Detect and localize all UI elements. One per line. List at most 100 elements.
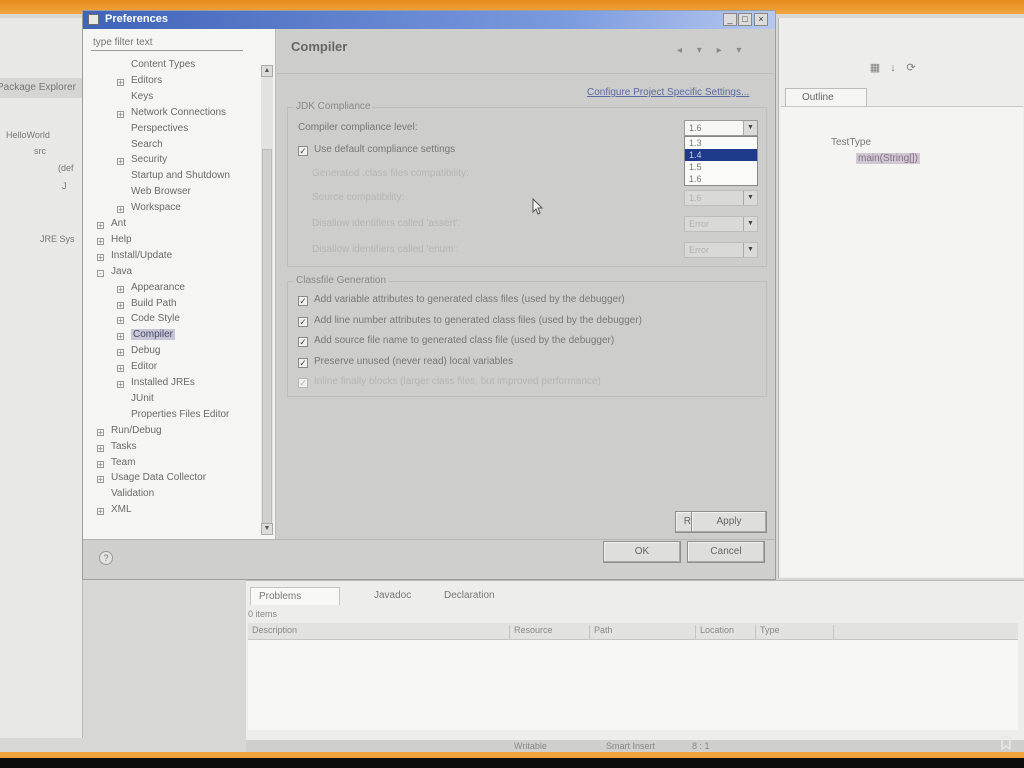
- tab-problems[interactable]: Problems: [250, 587, 340, 605]
- cancel-button[interactable]: Cancel: [687, 541, 765, 563]
- source-compat-select[interactable]: 1.6 ▼: [684, 190, 758, 206]
- scroll-up-icon[interactable]: ▲: [261, 65, 273, 77]
- tree-item[interactable]: Workspace: [131, 202, 181, 213]
- tree-item[interactable]: Build Path: [131, 298, 177, 309]
- tree-item-selected[interactable]: Compiler: [131, 329, 176, 340]
- compliance-option[interactable]: 1.3: [685, 137, 757, 149]
- classfile-option-checkbox[interactable]: ✓: [298, 296, 308, 306]
- expand-icon[interactable]: +: [117, 302, 124, 310]
- classfile-option-checkbox[interactable]: ✓: [298, 337, 308, 347]
- scroll-down-icon[interactable]: ▼: [261, 523, 273, 535]
- src-node[interactable]: src: [34, 146, 46, 156]
- classfile-option-checkbox[interactable]: ✓: [298, 357, 308, 368]
- expand-icon[interactable]: +: [117, 111, 124, 119]
- package-explorer-header[interactable]: Package Explorer: [0, 78, 82, 98]
- tree-item[interactable]: Team: [111, 457, 135, 468]
- assert-identifier-select[interactable]: Error ▼: [684, 216, 758, 232]
- expand-icon[interactable]: +: [97, 461, 104, 469]
- column-path[interactable]: Path: [590, 625, 696, 639]
- tree-item[interactable]: Installed JREs: [131, 377, 195, 388]
- column-resource[interactable]: Resource: [510, 625, 590, 639]
- outline-method-node[interactable]: main(String[]): [856, 153, 921, 164]
- tree-item[interactable]: Startup and Shutdown: [131, 170, 230, 181]
- tree-item[interactable]: Code Style: [131, 313, 180, 324]
- tree-item[interactable]: Appearance: [131, 282, 185, 293]
- tree-item[interactable]: Ant: [111, 218, 126, 229]
- tree-item[interactable]: Properties Files Editor: [131, 409, 229, 420]
- tree-item[interactable]: Editors: [131, 75, 162, 86]
- expand-icon[interactable]: +: [97, 254, 104, 262]
- jre-system-library-node[interactable]: JRE Sys: [40, 234, 75, 244]
- apply-button[interactable]: Apply: [691, 511, 767, 533]
- scrollbar-thumb[interactable]: [262, 149, 272, 529]
- close-icon[interactable]: ×: [754, 13, 768, 26]
- configure-project-settings-link[interactable]: Configure Project Specific Settings...: [587, 87, 749, 98]
- tree-item[interactable]: XML: [111, 504, 132, 515]
- outline-class-node[interactable]: TestType: [831, 137, 871, 148]
- tree-item[interactable]: Tasks: [111, 441, 137, 452]
- compliance-option[interactable]: 1.5: [685, 161, 757, 173]
- expand-icon[interactable]: +: [117, 381, 124, 389]
- expand-icon[interactable]: +: [97, 222, 104, 230]
- tree-item[interactable]: Content Types: [131, 59, 195, 70]
- expand-icon[interactable]: +: [117, 317, 124, 325]
- tree-item[interactable]: Debug: [131, 345, 160, 356]
- tree-item[interactable]: Editor: [131, 361, 157, 372]
- sort-icon[interactable]: ↓: [887, 62, 899, 74]
- tree-item[interactable]: Search: [131, 139, 163, 150]
- expand-icon[interactable]: +: [97, 429, 104, 437]
- expand-icon[interactable]: +: [117, 349, 124, 357]
- classfile-option-checkbox[interactable]: ✓: [298, 316, 308, 327]
- dialog-title-bar[interactable]: Preferences _ □ ×: [83, 11, 775, 29]
- project-node[interactable]: HelloWorld: [6, 130, 50, 140]
- tab-declaration[interactable]: Declaration: [436, 587, 516, 605]
- tree-item[interactable]: Run/Debug: [111, 425, 162, 436]
- tree-item[interactable]: Install/Update: [111, 250, 172, 261]
- compliance-option-highlighted[interactable]: 1.4: [685, 149, 757, 161]
- tab-outline[interactable]: Outline: [785, 88, 867, 107]
- tree-item[interactable]: JUnit: [131, 393, 154, 404]
- tree-item[interactable]: Perspectives: [131, 123, 188, 134]
- expand-icon[interactable]: +: [117, 79, 124, 87]
- tab-javadoc[interactable]: Javadoc: [366, 587, 436, 605]
- ok-button[interactable]: OK: [603, 541, 681, 563]
- help-icon[interactable]: ?: [99, 551, 113, 565]
- use-default-compliance-checkbox[interactable]: ✓: [298, 146, 308, 156]
- expand-icon[interactable]: +: [97, 238, 104, 246]
- expand-icon[interactable]: +: [117, 206, 124, 214]
- compliance-option[interactable]: 1.6: [685, 173, 757, 185]
- filter-input[interactable]: [91, 35, 243, 51]
- minimize-icon[interactable]: _: [723, 13, 737, 26]
- column-description[interactable]: Description: [248, 625, 510, 639]
- maximize-icon[interactable]: □: [738, 13, 752, 26]
- expand-icon[interactable]: +: [117, 365, 124, 373]
- sync-icon[interactable]: ⟳: [905, 62, 917, 74]
- classfile-option-label: Inline finally blocks (larger class file…: [314, 376, 601, 387]
- classfile-option-checkbox[interactable]: ✓: [298, 378, 308, 388]
- collapse-icon[interactable]: -: [97, 270, 104, 278]
- expand-icon[interactable]: +: [117, 286, 124, 294]
- tree-item[interactable]: Network Connections: [131, 107, 226, 118]
- expand-icon[interactable]: +: [97, 445, 104, 453]
- compliance-level-select[interactable]: 1.6 ▼: [684, 120, 758, 136]
- tree-scrollbar[interactable]: ▲ ▼: [261, 65, 273, 535]
- java-file-node[interactable]: J: [62, 181, 67, 191]
- column-location[interactable]: Location: [696, 625, 756, 639]
- expand-icon[interactable]: +: [117, 333, 124, 341]
- expand-icon[interactable]: +: [117, 158, 124, 166]
- history-nav-icons[interactable]: ◂ ▾ ▸ ▾: [677, 45, 747, 56]
- filter-icon[interactable]: ▦: [869, 62, 881, 74]
- tree-item[interactable]: Keys: [131, 91, 153, 102]
- expand-icon[interactable]: +: [97, 508, 104, 516]
- tree-item[interactable]: Validation: [111, 488, 154, 499]
- tree-item[interactable]: Web Browser: [131, 186, 191, 197]
- default-package-node[interactable]: (def: [58, 163, 74, 173]
- enum-identifier-select[interactable]: Error ▼: [684, 242, 758, 258]
- tree-item[interactable]: Java: [111, 266, 132, 277]
- tree-item[interactable]: Usage Data Collector: [111, 472, 206, 483]
- tree-item[interactable]: Security: [131, 154, 167, 165]
- tree-item[interactable]: Help: [111, 234, 132, 245]
- column-type[interactable]: Type: [756, 625, 834, 639]
- bookmark-icon[interactable]: [1000, 736, 1012, 750]
- expand-icon[interactable]: +: [97, 476, 104, 484]
